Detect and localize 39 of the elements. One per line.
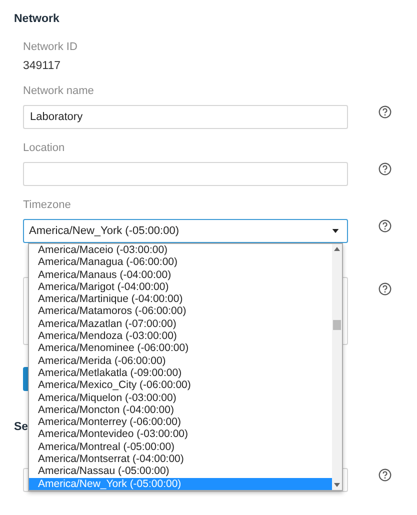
section-title: Se — [14, 421, 28, 435]
timezone-option[interactable]: America/Mexico_City (-06:00:00) — [29, 379, 332, 392]
timezone-option[interactable]: America/Martinique (-04:00:00) — [29, 293, 332, 306]
timezone-option[interactable]: America/Monterrey (-06:00:00) — [29, 416, 332, 428]
timezone-option[interactable]: America/Managua (-06:00:00) — [29, 256, 332, 269]
timezone-option[interactable]: America/Miquelon (-03:00:00) — [29, 392, 332, 404]
scroll-up-arrow-icon[interactable] — [334, 247, 340, 251]
scrollbar-thumb[interactable] — [333, 320, 341, 330]
help-icon[interactable] — [378, 105, 392, 119]
timezone-option[interactable]: America/Merida (-06:00:00) — [29, 354, 332, 367]
timezone-option[interactable]: America/Mazatlan (-07:00:00) — [29, 318, 332, 330]
timezone-option[interactable]: America/Mendoza (-03:00:00) — [29, 330, 332, 342]
timezone-option[interactable]: America/Manaus (-04:00:00) — [29, 268, 332, 281]
timezone-option[interactable]: America/Montserrat (-04:00:00) — [29, 453, 332, 466]
timezone-option[interactable]: America/Matamoros (-06:00:00) — [29, 305, 332, 318]
timezone-select[interactable]: America/New_York (-05:00:00) — [23, 219, 348, 243]
network-id-value: 349117 — [23, 60, 62, 72]
section-title: Network — [14, 13, 60, 27]
timezone-option[interactable]: America/Metlakatla (-09:00:00) — [29, 366, 332, 380]
field-label: Network name — [23, 85, 95, 97]
timezone-option[interactable]: America/Montevideo (-03:00:00) — [29, 428, 332, 441]
caret-icon — [332, 229, 339, 233]
field-label: Location — [23, 142, 66, 154]
help-icon[interactable] — [378, 468, 392, 482]
network-name-field[interactable]: Laboratory — [23, 105, 348, 129]
timezone-option[interactable]: America/Montreal (-05:00:00) — [29, 440, 332, 454]
timezone-option[interactable]: America/Menominee (-06:00:00) — [29, 342, 332, 355]
help-icon[interactable] — [378, 282, 392, 296]
scroll-down-arrow-icon[interactable] — [334, 483, 340, 487]
timezone-option[interactable]: America/Marigot (-04:00:00) — [29, 280, 332, 294]
timezone-option[interactable]: America/Nassau (-05:00:00) — [29, 465, 332, 478]
field-label: Network ID — [23, 41, 78, 53]
scrollbar[interactable] — [332, 244, 342, 490]
timezone-option[interactable]: America/Maceio (-03:00:00) — [29, 244, 332, 256]
field-label: Timezone — [23, 199, 72, 211]
location-field[interactable] — [23, 162, 348, 186]
timezone-option[interactable]: America/Moncton (-04:00:00) — [29, 404, 332, 416]
help-icon[interactable] — [378, 162, 392, 176]
help-icon[interactable] — [378, 219, 392, 233]
